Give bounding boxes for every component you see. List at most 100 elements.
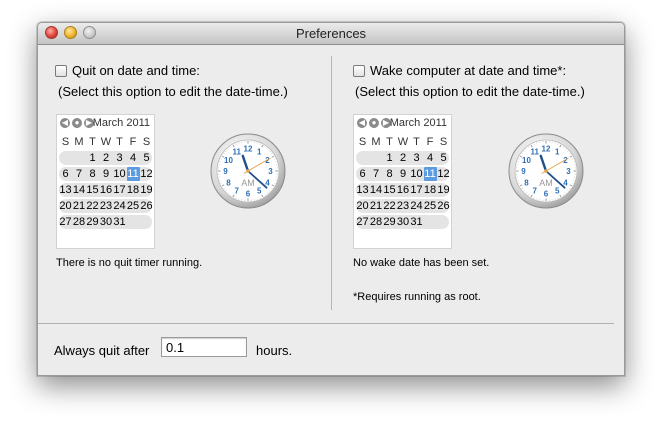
calendar-day[interactable]: 2 — [100, 150, 113, 166]
calendar-day[interactable]: 28 — [73, 214, 86, 230]
calendar-day[interactable]: 30 — [397, 214, 410, 230]
calendar-day[interactable]: 24 — [410, 198, 423, 214]
calendar-day[interactable]: 12 — [437, 166, 450, 182]
wake-checkbox[interactable] — [353, 64, 365, 77]
clock-center — [544, 169, 548, 173]
calendar-day[interactable]: 10 — [410, 166, 423, 182]
calendar-day[interactable]: 17 — [410, 182, 423, 198]
clock-number: 4 — [563, 178, 568, 187]
calendar-day[interactable]: 20 — [59, 198, 72, 214]
title-bar[interactable]: Preferences — [38, 23, 624, 45]
calendar-day[interactable]: 28 — [370, 214, 383, 230]
calendar-day[interactable]: 19 — [140, 182, 153, 198]
calendar-day[interactable]: 15 — [86, 182, 99, 198]
calendar-day[interactable]: 22 — [383, 198, 396, 214]
calendar-day[interactable]: 19 — [437, 182, 450, 198]
quit-clock[interactable]: 121234567891011AM — [210, 133, 286, 209]
calendar-day[interactable]: 4 — [424, 150, 437, 166]
calendar-day[interactable]: 31 — [113, 214, 126, 230]
weekday-label: F — [129, 136, 137, 148]
calendar-day[interactable]: 8 — [86, 166, 99, 182]
calendar-day[interactable]: 24 — [113, 198, 126, 214]
wake-checkbox-label[interactable]: Wake computer at date and time*: — [370, 63, 566, 78]
calendar-day[interactable]: 4 — [127, 150, 140, 166]
calendar-day[interactable]: 10 — [113, 166, 126, 182]
back-arrow-icon[interactable]: ◀ — [60, 118, 70, 128]
calendar-day[interactable]: 29 — [383, 214, 396, 230]
quit-checkbox-row[interactable]: Quit on date and time: — [55, 63, 200, 78]
calendar-day[interactable]: 9 — [397, 166, 410, 182]
wake-checkbox-row[interactable]: Wake computer at date and time*: — [353, 63, 566, 78]
calendar-header: ◀ ● ▶ March 2011 — [356, 117, 449, 131]
calendar-day[interactable]: 22 — [86, 198, 99, 214]
calendar-day[interactable]: 14 — [370, 182, 383, 198]
weekday-label: F — [426, 136, 434, 148]
weekday-label: S — [142, 136, 151, 148]
calendar-day[interactable]: 7 — [370, 166, 383, 182]
today-dot-icon[interactable]: ● — [72, 118, 82, 128]
weekday-label: T — [386, 136, 393, 148]
calendar-day[interactable]: 8 — [383, 166, 396, 182]
clock-number: 5 — [257, 186, 262, 195]
clock-number: 3 — [566, 167, 571, 176]
calendar-day[interactable]: 26 — [437, 198, 450, 214]
calendar-day-selected[interactable]: 11 — [126, 167, 140, 181]
bottom-divider — [38, 323, 614, 324]
calendar-day[interactable]: 14 — [73, 182, 86, 198]
quit-calendar[interactable]: ◀ ● ▶ March 2011 S M T W T F S 1 2 3 4 5 6 7 8 9 10 11 12 1… — [56, 114, 155, 249]
clock-number: 8 — [226, 178, 231, 187]
calendar-day[interactable]: 18 — [127, 182, 140, 198]
calendar-day[interactable]: 25 — [424, 198, 437, 214]
clock-number: 12 — [244, 145, 253, 154]
weekday-label: T — [116, 136, 123, 148]
wake-clock[interactable]: 121234567891011AM — [508, 133, 584, 209]
calendar-day[interactable]: 7 — [73, 166, 86, 182]
calendar-day[interactable]: 1 — [383, 150, 396, 166]
calendar-grid[interactable]: S M T W T F S 1 2 3 4 5 6 7 8 9 10 11 12 13 14 15 16 17 18 19 20 21… — [354, 134, 451, 230]
clock-number: 10 — [224, 156, 233, 165]
calendar-week-row: 13 14 15 16 17 18 19 — [57, 182, 154, 198]
today-dot-icon[interactable]: ● — [369, 118, 379, 128]
quit-checkbox[interactable] — [55, 64, 67, 77]
calendar-day[interactable]: 25 — [127, 198, 140, 214]
calendar-day[interactable]: 3 — [113, 150, 126, 166]
calendar-day[interactable]: 21 — [73, 198, 86, 214]
calendar-day[interactable]: 17 — [113, 182, 126, 198]
calendar-day[interactable]: 1 — [86, 150, 99, 166]
calendar-grid[interactable]: S M T W T F S 1 2 3 4 5 6 7 8 9 10 11 12 13 14 15 16 17 18 19 20 21… — [57, 134, 154, 230]
hours-input[interactable] — [161, 337, 247, 357]
calendar-day[interactable]: 5 — [140, 150, 153, 166]
calendar-day[interactable]: 29 — [86, 214, 99, 230]
wake-status: No wake date has been set. — [353, 257, 490, 269]
calendar-day[interactable]: 23 — [100, 198, 113, 214]
calendar-day[interactable]: 16 — [100, 182, 113, 198]
quit-checkbox-label[interactable]: Quit on date and time: — [72, 63, 200, 78]
calendar-day[interactable]: 20 — [356, 198, 369, 214]
calendar-day[interactable]: 6 — [356, 166, 369, 182]
clock-number: 12 — [542, 145, 551, 154]
calendar-week-row: 27 28 29 30 31 — [354, 214, 451, 230]
calendar-day[interactable]: 26 — [140, 198, 153, 214]
calendar-day[interactable]: 23 — [397, 198, 410, 214]
calendar-day[interactable]: 2 — [397, 150, 410, 166]
calendar-day-selected[interactable]: 11 — [423, 167, 437, 181]
clock-number: 4 — [265, 178, 270, 187]
calendar-day[interactable]: 15 — [383, 182, 396, 198]
calendar-day[interactable]: 30 — [100, 214, 113, 230]
calendar-day[interactable]: 13 — [356, 182, 369, 198]
calendar-day[interactable]: 6 — [59, 166, 72, 182]
calendar-day[interactable]: 5 — [437, 150, 450, 166]
calendar-day[interactable]: 21 — [370, 198, 383, 214]
calendar-day[interactable]: 27 — [356, 214, 369, 230]
calendar-day[interactable]: 27 — [59, 214, 72, 230]
calendar-day[interactable]: 16 — [397, 182, 410, 198]
calendar-day[interactable]: 9 — [100, 166, 113, 182]
wake-calendar[interactable]: ◀ ● ▶ March 2011 S M T W T F S 1 2 3 4 5 6 7 8 9 10 11 12 1… — [353, 114, 452, 249]
calendar-day[interactable]: 18 — [424, 182, 437, 198]
calendar-day[interactable]: 31 — [410, 214, 423, 230]
back-arrow-icon[interactable]: ◀ — [357, 118, 367, 128]
calendar-day[interactable]: 12 — [140, 166, 153, 182]
calendar-day[interactable]: 13 — [59, 182, 72, 198]
calendar-day[interactable]: 3 — [410, 150, 423, 166]
calendar-week-row: 20 21 22 23 24 25 26 — [57, 198, 154, 214]
